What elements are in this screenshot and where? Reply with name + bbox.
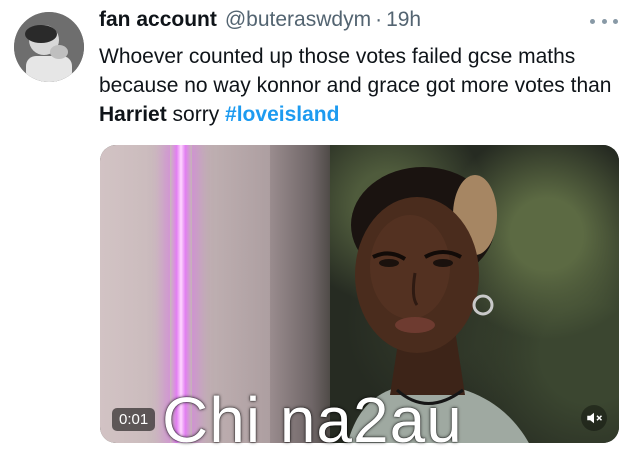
tweet-text: Whoever counted up those votes failed gc… <box>99 42 619 129</box>
tweet-text-part1: Whoever counted up those votes failed gc… <box>99 45 612 97</box>
video-timestamp: 0:01 <box>112 408 156 431</box>
tweet-text-bold: Harriet <box>99 103 167 126</box>
tweet-text-part2: sorry <box>166 103 226 126</box>
more-dot <box>601 18 607 24</box>
volume-muted-glyph <box>587 412 603 424</box>
user-handle[interactable]: @buteraswdym <box>225 8 371 32</box>
volume-muted-icon[interactable] <box>581 405 607 431</box>
watermark-text: Chi na2au <box>162 384 463 456</box>
avatar[interactable] <box>14 12 84 82</box>
tweet-header: fan account @buteraswdym · 19h <box>99 8 594 38</box>
more-icon[interactable] <box>590 14 618 28</box>
more-dot <box>590 18 595 24</box>
display-name[interactable]: fan account <box>99 8 217 32</box>
more-dot <box>613 18 618 24</box>
hashtag-link[interactable]: #loveisland <box>225 103 339 126</box>
avatar-image <box>14 12 84 82</box>
separator-dot: · <box>375 8 383 31</box>
tweet-time[interactable]: 19h <box>386 8 421 32</box>
